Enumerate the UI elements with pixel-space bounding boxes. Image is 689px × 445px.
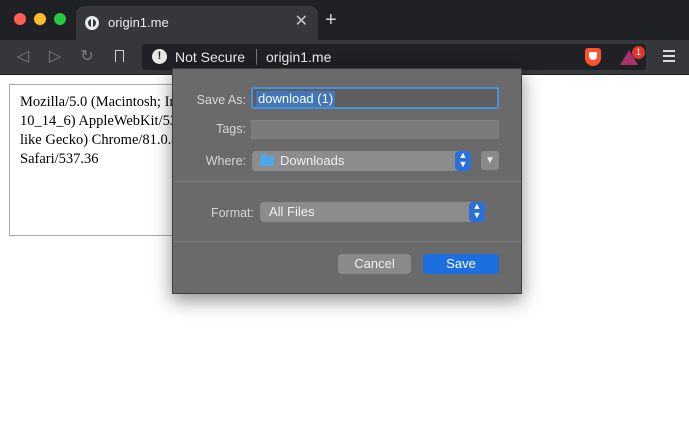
where-select[interactable]: Downloads ▲ ▼: [252, 151, 471, 171]
dialog-divider: [173, 241, 521, 242]
where-label: Where:: [205, 154, 246, 168]
save-as-value[interactable]: download (1): [256, 91, 336, 107]
security-status[interactable]: Not Secure: [175, 49, 245, 65]
bookmark-icon[interactable]: [115, 50, 124, 62]
tab-title: origin1.me: [108, 15, 169, 30]
reload-icon[interactable]: ↻: [76, 46, 98, 68]
globe-icon: [85, 16, 99, 30]
select-arrows-icon: ▲ ▼: [469, 202, 485, 222]
forward-icon[interactable]: ▷: [44, 46, 66, 68]
ua-line: Mozilla/5.0 (Macintosh; Intel Mac OS X: [20, 94, 189, 110]
tags-input[interactable]: [251, 120, 499, 139]
menu-icon[interactable]: [663, 50, 675, 62]
new-tab-button[interactable]: +: [325, 10, 337, 30]
brave-shield-icon[interactable]: [585, 48, 601, 66]
tab-close-icon[interactable]: ✕: [295, 14, 308, 30]
not-secure-icon[interactable]: !: [152, 49, 167, 64]
url-text[interactable]: origin1.me: [266, 49, 331, 65]
folder-icon: [260, 154, 274, 166]
expand-dialog-button[interactable]: ▼: [481, 151, 499, 170]
address-bar[interactable]: ! Not Secure origin1.me 1: [142, 44, 646, 70]
save-dialog: Save As: download (1) Tags: Where: Downl…: [172, 68, 522, 294]
tab-origin1[interactable]: origin1.me ✕: [76, 6, 318, 40]
window-close-button[interactable]: [14, 13, 26, 25]
omnibox-divider: [256, 49, 257, 65]
where-value: Downloads: [280, 153, 345, 168]
rewards-badge: 1: [632, 46, 645, 59]
format-label: Format:: [210, 206, 254, 220]
select-arrows-icon: ▲ ▼: [455, 151, 471, 171]
save-as-input[interactable]: download (1): [251, 87, 499, 109]
dialog-divider: [173, 181, 521, 182]
user-agent-text: Mozilla/5.0 (Macintosh; Intel Mac OS X 1…: [20, 93, 189, 169]
tab-strip: origin1.me ✕ +: [0, 0, 689, 40]
back-icon[interactable]: ◁: [12, 46, 34, 68]
format-select[interactable]: All Files ▲ ▼: [260, 202, 485, 222]
user-agent-textarea[interactable]: Mozilla/5.0 (Macintosh; Intel Mac OS X 1…: [9, 84, 189, 236]
window-zoom-button[interactable]: [54, 13, 66, 25]
window-minimize-button[interactable]: [34, 13, 46, 25]
save-button[interactable]: Save: [423, 254, 499, 274]
save-as-label: Save As:: [196, 93, 246, 107]
ua-line: 10_14_6) AppleWebKit/537.36 (KHTML,: [20, 113, 189, 129]
tags-label: Tags:: [216, 122, 246, 136]
ua-line: Safari/537.36: [20, 151, 99, 167]
cancel-button[interactable]: Cancel: [338, 254, 411, 274]
ua-line: like Gecko) Chrome/81.0.4044.113: [20, 132, 189, 148]
format-value: All Files: [269, 204, 315, 219]
